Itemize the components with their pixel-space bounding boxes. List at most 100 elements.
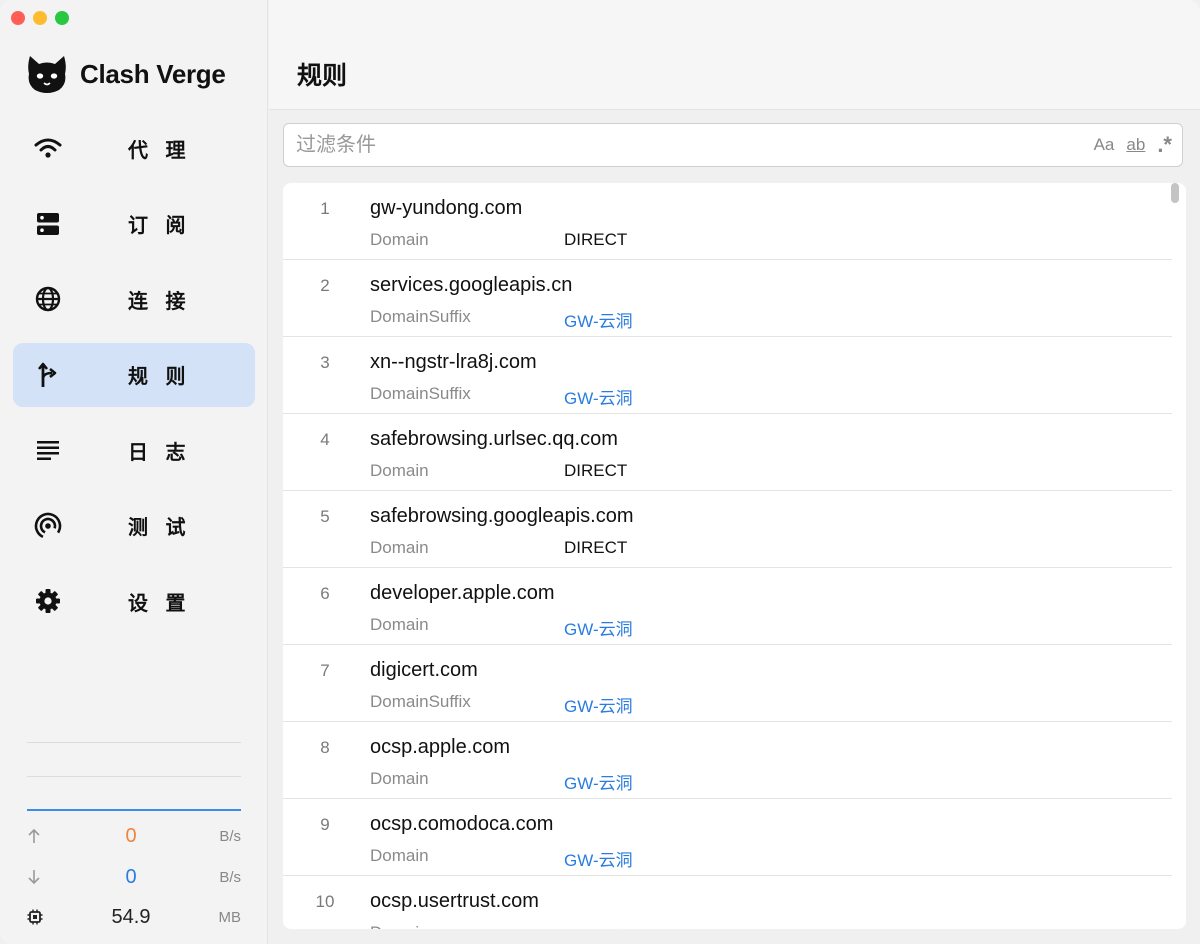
sidebar-item-label: 设 置 xyxy=(128,592,192,615)
rule-type: Domain xyxy=(370,923,429,929)
close-window-button[interactable] xyxy=(11,11,25,25)
sidebar-item-label: 日 志 xyxy=(128,441,192,464)
match-word-toggle[interactable]: ab xyxy=(1126,135,1145,155)
sidebar-item-subscription[interactable]: 订 阅 xyxy=(13,192,255,256)
rule-payload: services.googleapis.cn xyxy=(370,274,573,296)
page-title: 规则 xyxy=(297,62,348,90)
sidebar-item-rules[interactable]: 规 则 xyxy=(13,342,255,407)
rule-type: Domain xyxy=(370,769,429,788)
rule-row[interactable]: 9 ocsp.comodoca.com Domain GW-云洞 xyxy=(283,799,1172,876)
rule-target: GW-云洞 xyxy=(564,923,633,929)
rule-type: DomainSuffix xyxy=(370,307,471,326)
arrow-up-icon xyxy=(27,828,49,844)
sidebar: Clash Verge 代 理 订 阅 连 接 规 则 日 志 测 试 设 置 … xyxy=(0,0,268,944)
rule-index: 3 xyxy=(320,353,330,372)
main-content: 规则 Aa ab .* 1 gw-yundong.com Domain DIRECT 2… xyxy=(269,0,1200,944)
memory-unit: MB xyxy=(218,908,242,926)
rule-target: GW-云洞 xyxy=(564,697,633,716)
list-lines-icon xyxy=(34,436,62,464)
brand: Clash Verge xyxy=(26,54,226,94)
rule-row[interactable]: 5 safebrowsing.googleapis.com Domain DIRECT xyxy=(283,491,1172,568)
sidebar-item-test[interactable]: 测 试 xyxy=(13,494,255,558)
rule-row[interactable]: 7 digicert.com DomainSuffix GW-云洞 xyxy=(283,645,1172,722)
match-case-toggle[interactable]: Aa xyxy=(1094,135,1115,155)
wifi-icon xyxy=(34,134,62,162)
rule-index: 8 xyxy=(320,738,330,757)
rule-payload: digicert.com xyxy=(370,659,478,681)
sidebar-item-label: 代 理 xyxy=(128,139,192,162)
sidebar-item-label: 连 接 xyxy=(128,290,192,313)
rule-type: DomainSuffix xyxy=(370,384,471,403)
rule-payload: developer.apple.com xyxy=(370,582,555,604)
upload-speed: 0 xyxy=(125,824,137,847)
rule-payload: ocsp.comodoca.com xyxy=(370,813,554,835)
download-stat: 0 B/s xyxy=(27,865,241,889)
rule-index: 5 xyxy=(320,507,330,526)
rule-target: GW-云洞 xyxy=(564,774,633,793)
rules-list[interactable]: 1 gw-yundong.com Domain DIRECT 2 services.goo… xyxy=(283,183,1186,929)
rule-row[interactable]: 2 services.googleapis.cn DomainSuffix GW-云洞 xyxy=(283,260,1172,337)
rule-index: 7 xyxy=(320,661,330,680)
rule-index: 6 xyxy=(320,584,330,603)
sidebar-item-label: 订 阅 xyxy=(128,215,192,237)
gear-icon xyxy=(34,587,62,615)
rule-index: 2 xyxy=(320,276,330,295)
download-unit: B/s xyxy=(219,868,241,886)
traffic-graph xyxy=(27,809,241,811)
globe-icon xyxy=(34,285,62,313)
filter-options: Aa ab .* xyxy=(1094,132,1172,158)
rule-type: Domain xyxy=(370,846,429,865)
rule-target: GW-云洞 xyxy=(564,620,633,639)
arrow-down-icon xyxy=(27,869,49,885)
sidebar-item-label: 测 试 xyxy=(128,517,192,539)
rule-payload: ocsp.apple.com xyxy=(370,736,511,758)
minimize-window-button[interactable] xyxy=(33,11,47,25)
sidebar-item-proxy[interactable]: 代 理 xyxy=(13,116,255,180)
rule-row[interactable]: 6 developer.apple.com Domain GW-云洞 xyxy=(283,568,1172,645)
rule-row[interactable]: 8 ocsp.apple.com Domain GW-云洞 xyxy=(283,722,1172,799)
rule-payload: safebrowsing.googleapis.com xyxy=(370,505,634,527)
sidebar-item-connections[interactable]: 连 接 xyxy=(13,267,255,331)
rule-payload: gw-yundong.com xyxy=(370,197,523,219)
rule-payload: ocsp.usertrust.com xyxy=(370,890,539,912)
upload-unit: B/s xyxy=(219,827,241,845)
rule-row[interactable]: 3 xn--ngstr-lra8j.com DomainSuffix GW-云洞 xyxy=(283,337,1172,414)
rule-type: Domain xyxy=(370,538,429,557)
rule-payload: xn--ngstr-lra8j.com xyxy=(370,351,537,373)
server-icon xyxy=(34,210,62,238)
rule-target: GW-云洞 xyxy=(564,389,633,408)
rule-index: 1 xyxy=(320,199,330,218)
app-name: Clash Verge xyxy=(80,58,226,89)
scrollbar-thumb[interactable] xyxy=(1171,183,1179,203)
maximize-window-button[interactable] xyxy=(55,11,69,25)
rule-row[interactable]: 1 gw-yundong.com Domain DIRECT xyxy=(283,183,1172,260)
sidebar-item-settings[interactable]: 设 置 xyxy=(13,569,255,633)
rule-type: Domain xyxy=(370,230,429,249)
rule-row[interactable]: 10 ocsp.usertrust.com Domain GW-云洞 xyxy=(283,876,1172,929)
rule-row[interactable]: 4 safebrowsing.urlsec.qq.com Domain DIRECT xyxy=(283,414,1172,491)
rule-target: GW-云洞 xyxy=(564,851,633,870)
sidebar-item-logs[interactable]: 日 志 xyxy=(13,418,255,482)
rule-type: Domain xyxy=(370,461,429,480)
sidebar-item-label: 规 则 xyxy=(128,366,192,388)
app-window: Clash Verge 代 理 订 阅 连 接 规 则 日 志 测 试 设 置 … xyxy=(0,0,1200,944)
filter-box: Aa ab .* xyxy=(283,123,1183,167)
page-header: 规则 xyxy=(269,0,1200,110)
filter-input[interactable] xyxy=(296,124,1056,166)
broadcast-icon xyxy=(34,512,62,540)
memory-usage: 54.9 xyxy=(111,905,151,928)
rule-type: Domain xyxy=(370,615,429,634)
memory-stat: 54.9 MB xyxy=(27,905,241,929)
chip-icon xyxy=(27,909,49,925)
divider xyxy=(27,776,241,777)
sidebar-nav: 代 理 订 阅 连 接 规 则 日 志 测 试 设 置 xyxy=(13,116,255,645)
rule-index: 10 xyxy=(315,892,335,911)
rule-index: 9 xyxy=(320,815,330,834)
rule-type: DomainSuffix xyxy=(370,692,471,711)
regex-toggle[interactable]: .* xyxy=(1157,132,1172,158)
divider xyxy=(27,742,241,743)
download-speed: 0 xyxy=(125,865,137,888)
rule-target: DIRECT xyxy=(564,538,628,557)
cat-logo-icon xyxy=(28,56,66,93)
rule-target: DIRECT xyxy=(564,461,628,480)
